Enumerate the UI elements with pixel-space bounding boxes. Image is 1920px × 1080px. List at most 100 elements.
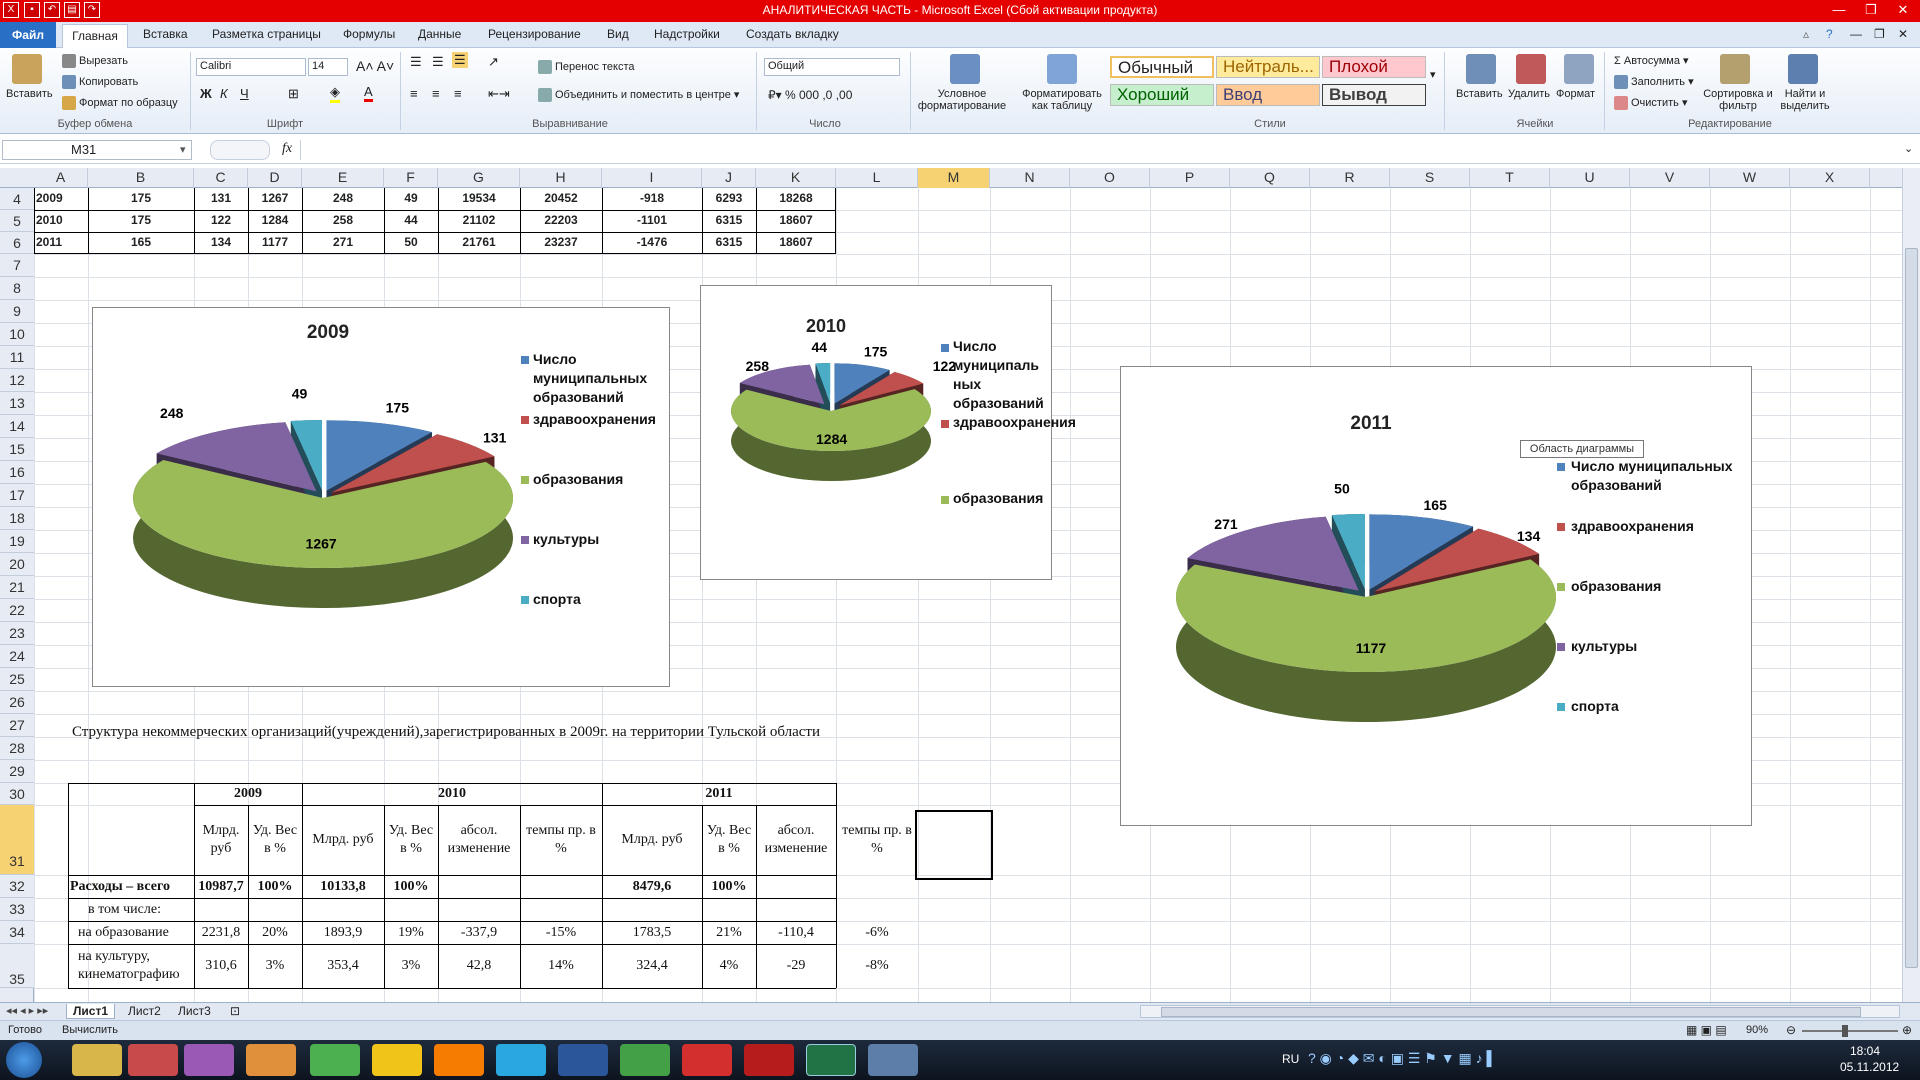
clear-button[interactable]: Очистить ▾ [1614,96,1687,111]
align-bottom-icon[interactable]: ☰ [452,52,468,68]
row-header[interactable]: 25 [0,668,34,691]
horizontal-scrollbar[interactable] [1140,1005,1900,1018]
table-cell[interactable]: темпы пр. в % [836,805,918,875]
table-cell[interactable]: 1177 [248,235,302,249]
table-cell[interactable] [438,875,520,898]
table-cell[interactable]: 3% [384,944,438,988]
table-cell[interactable]: 2009 [34,191,88,205]
tab-page-layout[interactable]: Разметка страницы [212,27,321,41]
table-cell[interactable]: 100% [702,875,756,898]
number-format-combo[interactable]: Общий [764,58,900,76]
media-icon[interactable] [246,1044,296,1076]
table-cell[interactable]: 2010 [34,213,88,227]
table-cell[interactable]: 4% [702,944,756,988]
insert-cells-icon[interactable] [1466,54,1496,84]
maximize-icon[interactable]: ❐ [1856,0,1886,20]
table-cell[interactable]: Млрд. руб [302,805,384,875]
column-header[interactable]: K [756,168,836,188]
zoom-out-icon[interactable]: ⊖ [1786,1023,1796,1037]
paste-button[interactable]: Вставить [6,88,53,100]
table-cell[interactable] [302,898,384,921]
table-cell[interactable] [756,898,836,921]
paste-icon[interactable] [12,54,42,84]
table-cell[interactable]: Млрд. руб [602,805,702,875]
format-painter-button[interactable]: Формат по образцу [62,96,178,110]
wb-close-icon[interactable]: ✕ [1898,27,1908,41]
table-cell[interactable]: 175 [88,213,194,227]
table-cell[interactable]: 14% [520,944,602,988]
table-cell[interactable]: 134 [194,235,248,249]
mail-icon[interactable] [434,1044,484,1076]
table-cell[interactable] [438,898,520,921]
table-cell[interactable]: 21% [702,921,756,944]
table-cell[interactable]: 6315 [702,235,756,249]
table-cell[interactable]: Уд. Вес в % [248,805,302,875]
column-header[interactable]: R [1310,168,1390,188]
table-cell[interactable]: 1284 [248,213,302,227]
column-header[interactable]: G [438,168,520,188]
delete-cells-button[interactable]: Удалить [1508,88,1550,100]
row-header[interactable]: 4 [0,188,34,210]
row-header[interactable]: 18 [0,507,34,530]
align-left-icon[interactable]: ≡ [410,86,418,101]
chart-2010[interactable]: 2010 175 122 1284 258 44 Число муниципаль ны… [700,285,1076,580]
minimize-icon[interactable]: — [1824,0,1854,20]
row-header[interactable]: 5 [0,210,34,232]
row-header[interactable]: 27 [0,714,34,737]
align-center-icon[interactable]: ≡ [432,86,440,101]
wb-restore-icon[interactable]: ❐ [1874,27,1885,41]
chart-2009[interactable]: 2009 175 131 1267 248 49 Число муниципальных… [92,307,670,687]
row-header[interactable]: 19 [0,530,34,553]
format-table-button[interactable]: Форматировать как таблицу [1014,88,1110,112]
table-cell[interactable] [384,898,438,921]
find-select-button[interactable]: Найти и выделить [1772,88,1838,112]
italic-button[interactable]: К [220,86,228,101]
table-cell[interactable] [520,898,602,921]
table-cell[interactable]: 175 [88,191,194,205]
table-cell[interactable]: -29 [756,944,836,988]
table-cell[interactable]: -1476 [602,235,702,249]
tab-file[interactable]: Файл [0,22,56,48]
borders-icon[interactable]: ⊞ [288,86,299,102]
row-header[interactable]: 17 [0,484,34,507]
zoom-in-icon[interactable]: ⊕ [1902,1023,1912,1037]
column-header[interactable]: S [1390,168,1470,188]
column-header[interactable]: I [602,168,702,188]
table-cell[interactable] [248,898,302,921]
table-cell[interactable]: 20452 [520,191,602,205]
table-cell[interactable]: 131 [194,191,248,205]
table-cell[interactable]: 20% [248,921,302,944]
table-cell[interactable]: 19534 [438,191,520,205]
column-header[interactable]: H [520,168,602,188]
format-cells-button[interactable]: Формат [1556,88,1595,100]
sheet-tab-2[interactable]: Лист2 [122,1004,167,1018]
table-cell[interactable]: 100% [384,875,438,898]
bold-button[interactable]: Ж [200,86,212,101]
fill-button[interactable]: Заполнить ▾ [1614,75,1694,90]
column-header[interactable]: W [1710,168,1790,188]
explorer-icon[interactable] [72,1044,122,1076]
table-cell[interactable]: -8% [836,944,918,988]
table-cell[interactable]: 21102 [438,213,520,227]
tab-view[interactable]: Вид [607,27,629,41]
new-sheet-icon[interactable]: ⊡ [230,1004,240,1018]
row-header[interactable]: 28 [0,737,34,760]
style-neutral[interactable]: Нейтраль... [1216,56,1320,78]
table-cell[interactable]: 2231,8 [194,921,248,944]
vertical-scrollbar[interactable] [1902,168,1920,1002]
indent-icon[interactable]: ⇤⇥ [488,86,510,102]
row-header[interactable]: 32 [0,875,34,898]
row-header[interactable]: 7 [0,254,34,277]
table-cell[interactable]: -110,4 [756,921,836,944]
row-header[interactable]: 31 [0,805,34,875]
number-format-icons[interactable]: ₽▾ % 000 ,0 ,00 [768,88,852,102]
hscroll-thumb[interactable] [1161,1007,1861,1017]
table-cell[interactable]: 18607 [756,235,836,249]
excel-taskbar-icon[interactable] [806,1044,856,1076]
table-cell[interactable]: 23237 [520,235,602,249]
sort-filter-button[interactable]: Сортировка и фильтр [1700,88,1776,112]
column-header[interactable]: L [836,168,918,188]
copy-button[interactable]: Копировать [62,75,138,89]
orientation-icon[interactable]: ↗ [488,54,499,70]
tab-data[interactable]: Данные [418,27,461,41]
